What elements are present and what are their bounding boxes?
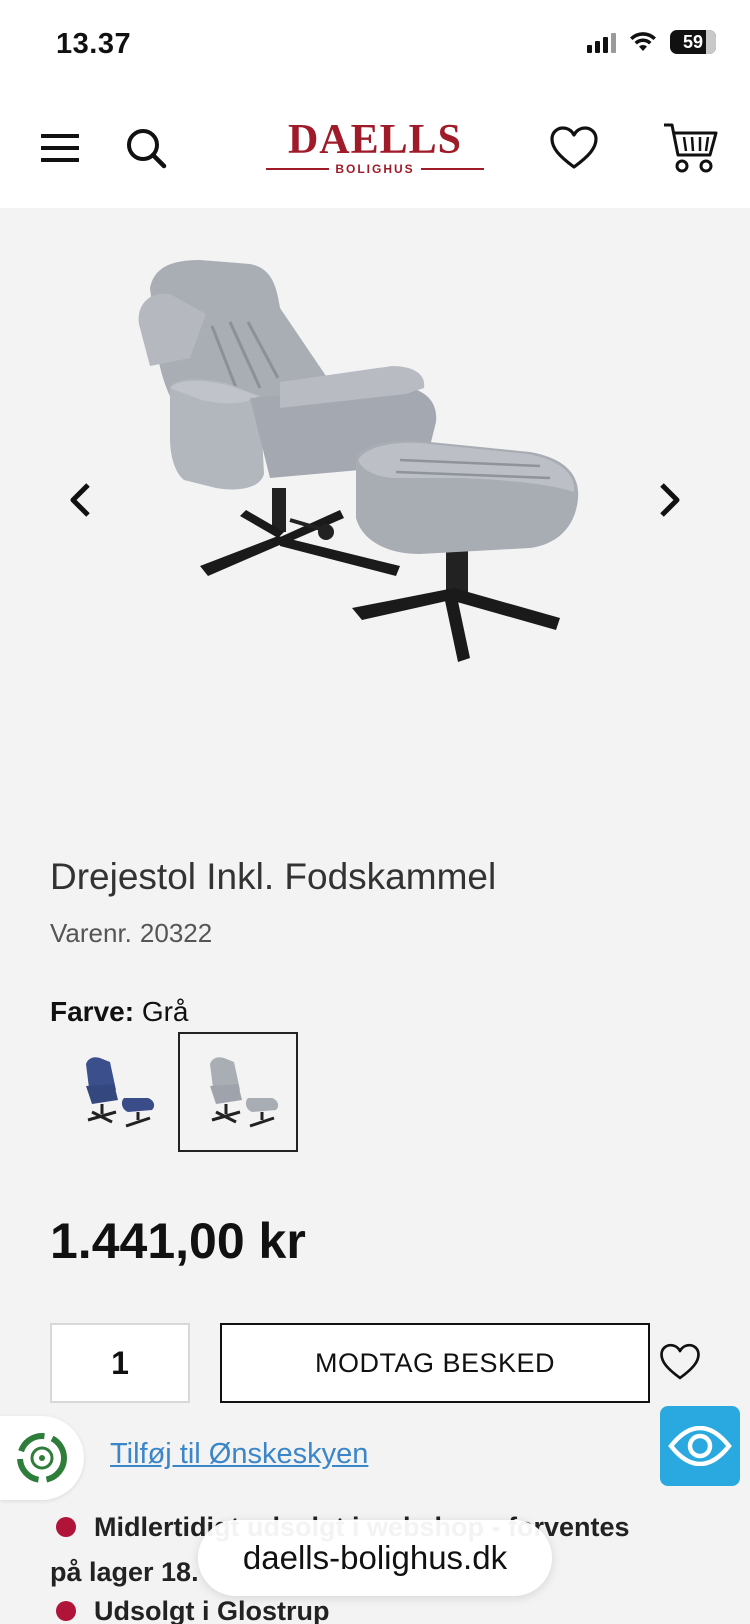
status-dot-icon [56,1517,76,1537]
site-header: DAELLS BOLIGHUS [0,92,750,208]
heart-icon [660,1343,700,1380]
product-gallery[interactable] [0,208,750,808]
browser-url-bar[interactable]: daells-bolighus.dk [198,1520,552,1596]
color-value: Grå [141,996,189,1027]
logo-sub-text: BOLIGHUS [335,162,415,176]
sku-label: Varenr. [50,918,132,948]
hamburger-icon [41,134,79,162]
color-swatch-blue[interactable] [58,1032,178,1152]
grey-chair-thumbnail [210,1057,279,1128]
battery-icon: 59 [670,30,716,54]
status-icons: 59 [587,30,716,54]
cart-icon [664,123,718,173]
stock-status-date: på lager 18. [50,1557,199,1587]
menu-button[interactable] [28,116,92,180]
status-bar: 13.37 59 [0,0,750,92]
logo-main-text: DAELLS [287,117,463,163]
blue-chair-thumbnail [86,1057,155,1128]
accessibility-button[interactable] [660,1406,740,1486]
stock-line-3: Udsolgt i Glostrup [94,1596,330,1624]
signal-icon [587,31,616,53]
gallery-prev-button[interactable] [58,478,102,522]
notify-me-button[interactable]: MODTAG BESKED [220,1323,650,1403]
eye-icon [668,1426,732,1466]
color-selector-label: Farve: Grå [50,996,189,1028]
chevron-left-icon [70,483,90,517]
cart-button[interactable] [658,116,722,180]
product-image [138,260,579,662]
sku-number: 20322 [139,918,213,948]
sustainability-badge[interactable] [0,1416,84,1500]
heart-icon [550,126,598,169]
site-logo[interactable]: DAELLS BOLIGHUS [266,118,484,182]
add-to-wishlist-button[interactable] [656,1338,704,1386]
battery-level: 59 [682,31,704,52]
search-icon [127,129,167,169]
color-swatch-grey[interactable] [178,1032,298,1152]
add-to-wishcloud-link[interactable]: Tilføj til Ønskeskyen [110,1438,368,1471]
wifi-icon [630,32,656,51]
product-title: Drejestol Inkl. Fodskammel [50,856,497,897]
recycle-icon [17,1433,67,1483]
chevron-right-icon [660,483,680,517]
wishlist-header-button[interactable] [542,116,606,180]
status-dot-icon [56,1601,76,1621]
product-sku: Varenr. 20322 [50,918,212,949]
product-price: 1.441,00 kr [50,1213,306,1269]
status-time: 13.37 [56,28,132,60]
quantity-input[interactable]: 1 [50,1323,190,1403]
stock-status-glostrup: Udsolgt i Glostrup [50,1596,330,1624]
color-label: Farve: [50,996,135,1027]
gallery-next-button[interactable] [648,478,692,522]
search-button[interactable] [114,116,178,180]
